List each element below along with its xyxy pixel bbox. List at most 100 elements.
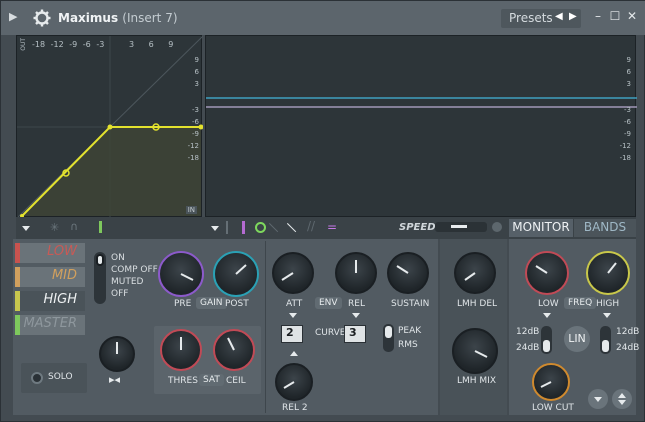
lin-button[interactable]: LIN bbox=[564, 326, 590, 352]
top-tick-labels-pos: 3 6 9 bbox=[129, 40, 174, 49]
low-cut-label: LOW CUT bbox=[532, 403, 574, 413]
state-on[interactable]: ON bbox=[111, 253, 125, 263]
low-slope-switch[interactable] bbox=[541, 326, 552, 354]
sat-button[interactable]: SAT bbox=[199, 374, 224, 386]
lmh-mix-label: LMH MIX bbox=[457, 376, 496, 386]
state-comp-off[interactable]: COMP OFF bbox=[111, 265, 158, 275]
point-tool-icon[interactable] bbox=[255, 222, 266, 233]
multi-line-tool-icon[interactable]: // bbox=[307, 219, 315, 233]
speed-label: SPEED bbox=[399, 222, 436, 233]
maximize-icon[interactable]: ☐ bbox=[608, 9, 622, 25]
pencil-tool-icon[interactable] bbox=[242, 221, 245, 234]
prev-preset-icon[interactable]: ◀ bbox=[555, 11, 563, 22]
state-off[interactable]: OFF bbox=[111, 289, 128, 299]
band-high[interactable]: HIGH bbox=[15, 291, 85, 311]
window-title: Maximus (Insert 7) bbox=[58, 11, 178, 25]
rel2-knob[interactable] bbox=[275, 363, 313, 401]
post-label: POST bbox=[225, 299, 249, 309]
tab-bands[interactable]: BANDS bbox=[574, 219, 636, 237]
line-tool-icon[interactable]: | bbox=[267, 221, 280, 234]
band-master[interactable]: MASTER bbox=[15, 315, 85, 335]
band-mid[interactable]: MID bbox=[15, 267, 85, 287]
left-side-ticks: 96 3 -3 -6 -9 -12 -18 bbox=[187, 56, 199, 162]
thres-knob[interactable] bbox=[160, 329, 202, 371]
lmh-del-knob[interactable] bbox=[454, 252, 496, 294]
low-label: LOW bbox=[538, 299, 559, 309]
att-curve-spinner[interactable]: 2 bbox=[281, 325, 303, 343]
state-muted[interactable]: MUTED bbox=[111, 277, 143, 287]
curve-menu-icon[interactable] bbox=[22, 226, 30, 231]
presets-button[interactable]: Presets ◀ ▶ bbox=[501, 9, 581, 28]
collapse-arrow-icon[interactable]: ▶ bbox=[9, 10, 17, 23]
title-bar: ▶ Maximus (Insert 7) Presets ◀ ▶ – ☐ ✕ bbox=[1, 1, 645, 35]
presets-label: Presets bbox=[509, 11, 553, 25]
ceil-label: CEIL bbox=[226, 376, 246, 386]
in-label: IN bbox=[185, 206, 197, 214]
pre-label: PRE bbox=[174, 299, 192, 309]
sustain-knob[interactable] bbox=[387, 252, 429, 294]
post-knob[interactable] bbox=[213, 251, 259, 297]
low-cut-knob[interactable] bbox=[532, 363, 570, 401]
sustain-label: SUSTAIN bbox=[391, 299, 430, 309]
level-monitor-graph: 96 3 -3 -6 -9 -12 -18 bbox=[205, 35, 637, 217]
low-slope-arrow-icon[interactable] bbox=[543, 313, 551, 318]
freq-button[interactable]: FREQ bbox=[564, 297, 597, 309]
env-button[interactable]: ENV bbox=[315, 297, 342, 309]
low-24db-label[interactable]: 24dB bbox=[516, 343, 539, 353]
plugin-name: Maximus bbox=[58, 11, 119, 25]
insert-label: (Insert 7) bbox=[122, 11, 178, 25]
peak-label[interactable]: PEAK bbox=[398, 326, 421, 336]
att-curve-arrow-icon[interactable] bbox=[289, 313, 297, 318]
monitor-svg bbox=[206, 97, 637, 108]
lmh-mix-knob[interactable] bbox=[452, 328, 498, 374]
low-12db-label[interactable]: 12dB bbox=[516, 327, 539, 337]
next-preset-icon[interactable]: ▶ bbox=[569, 11, 577, 22]
separator bbox=[226, 221, 228, 234]
rel-knob[interactable] bbox=[335, 252, 377, 294]
menu-down-button[interactable] bbox=[588, 389, 608, 409]
close-icon[interactable]: ✕ bbox=[625, 9, 639, 25]
high-12db-label[interactable]: 12dB bbox=[616, 327, 639, 337]
solo-button[interactable]: SOLO bbox=[21, 363, 87, 393]
att-label: ATT bbox=[286, 299, 303, 309]
speed-reset-icon[interactable] bbox=[492, 222, 502, 232]
snowflake-icon[interactable]: ✳ bbox=[50, 221, 59, 234]
rel-curve-spinner[interactable]: 3 bbox=[344, 325, 366, 343]
scroll-updown-button[interactable] bbox=[612, 389, 632, 409]
curve-label: CURVE bbox=[315, 328, 346, 338]
rel2-arrow-icon[interactable] bbox=[290, 351, 298, 356]
high-24db-label[interactable]: 24dB bbox=[616, 343, 639, 353]
minimize-icon[interactable]: – bbox=[591, 9, 605, 25]
speed-slider[interactable] bbox=[435, 222, 487, 232]
magnet-icon[interactable]: ∩ bbox=[70, 220, 78, 233]
stereo-icon: ▸◂ bbox=[109, 373, 121, 386]
transfer-curve-graph[interactable]: OUT -18 -12 -9 -6 -3 3 6 9 96 3 -3 -6 -9-… bbox=[16, 35, 203, 218]
tool-menu-icon[interactable] bbox=[211, 226, 219, 231]
rel-curve-value: 3 bbox=[349, 326, 357, 339]
high-freq-knob[interactable] bbox=[586, 251, 630, 295]
att-knob[interactable] bbox=[272, 252, 314, 294]
rel-label: REL bbox=[348, 299, 365, 309]
low-freq-knob[interactable] bbox=[525, 251, 569, 295]
gain-link-button[interactable]: GAIN bbox=[196, 297, 227, 309]
high-slope-switch[interactable] bbox=[600, 326, 611, 354]
pre-knob[interactable] bbox=[158, 251, 204, 297]
pan-knob[interactable] bbox=[99, 336, 135, 372]
maximus-window: ▶ Maximus (Insert 7) Presets ◀ ▶ – ☐ ✕ O… bbox=[0, 0, 645, 422]
out-label: OUT bbox=[20, 38, 27, 51]
tab-monitor[interactable]: MONITOR bbox=[509, 219, 573, 237]
top-tick-labels: -18 -12 -9 -6 -3 bbox=[32, 40, 105, 49]
right-side-ticks: 96 3 -3 -6 -9 -12 -18 bbox=[619, 56, 631, 162]
high-slope-arrow-icon[interactable] bbox=[603, 313, 611, 318]
rel-curve-arrow-icon[interactable] bbox=[352, 313, 360, 318]
equal-tool-icon[interactable]: = bbox=[327, 220, 337, 234]
divider bbox=[265, 241, 266, 413]
band-marker-icon bbox=[99, 221, 102, 233]
gear-icon[interactable] bbox=[33, 9, 51, 27]
peak-rms-switch[interactable] bbox=[383, 324, 394, 352]
ceil-knob[interactable] bbox=[213, 329, 255, 371]
band-state-switch[interactable] bbox=[94, 252, 106, 304]
rms-label[interactable]: RMS bbox=[398, 340, 418, 350]
draw-tool-icon[interactable]: | bbox=[285, 221, 298, 234]
band-low[interactable]: LOW bbox=[15, 243, 85, 263]
